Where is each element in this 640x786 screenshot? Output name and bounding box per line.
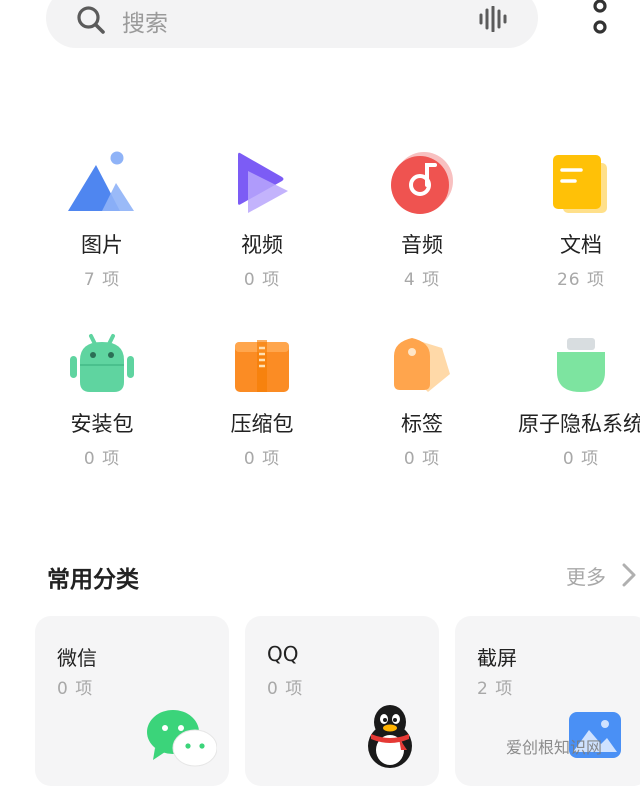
category-name: 微信 xyxy=(57,646,97,670)
grid-item-label: 视频 xyxy=(241,233,283,257)
tag-icon xyxy=(357,322,487,394)
grid-item-videos[interactable]: 视频 0 项 xyxy=(197,143,327,290)
grid-item-count: 0 项 xyxy=(83,449,121,469)
qq-penguin-icon xyxy=(363,704,417,774)
grid-item-label: 文档 xyxy=(560,233,602,257)
grid-item-privacy[interactable]: 原子隐私系统 0 项 xyxy=(516,322,640,469)
category-count: 0 项 xyxy=(57,679,94,699)
category-card-screenshots[interactable]: 截屏 2 项 xyxy=(455,616,640,786)
voice-search-icon[interactable] xyxy=(478,5,508,36)
grid-item-label: 原子隐私系统 xyxy=(518,412,640,436)
category-card-qq[interactable]: QQ 0 项 xyxy=(245,616,439,786)
category-count: 0 项 xyxy=(267,679,304,699)
grid-item-label: 音频 xyxy=(401,233,443,257)
grid-item-tags[interactable]: 标签 0 项 xyxy=(357,322,487,469)
category-name: 截屏 xyxy=(477,646,517,670)
category-card-wechat[interactable]: 微信 0 项 xyxy=(35,616,229,786)
grid-item-images[interactable]: 图片 7 项 xyxy=(37,143,167,290)
grid-item-label: 安装包 xyxy=(70,412,134,436)
more-options-icon[interactable] xyxy=(588,0,612,44)
wechat-icon xyxy=(145,708,218,772)
document-icon xyxy=(516,143,640,215)
privacy-icon xyxy=(516,322,640,394)
grid-item-count: 26 项 xyxy=(556,270,606,290)
image-icon xyxy=(37,143,167,215)
grid-item-apk[interactable]: 安装包 0 项 xyxy=(37,322,167,469)
video-icon xyxy=(197,143,327,215)
grid-item-count: 0 项 xyxy=(562,449,600,469)
grid-item-label: 标签 xyxy=(401,412,443,436)
grid-item-count: 0 项 xyxy=(243,270,281,290)
grid-item-count: 0 项 xyxy=(243,449,281,469)
grid-item-label: 压缩包 xyxy=(230,412,294,436)
more-link[interactable]: 更多 xyxy=(566,561,606,590)
android-icon xyxy=(37,322,167,394)
grid-item-count: 7 项 xyxy=(83,270,121,290)
grid-item-documents[interactable]: 文档 26 项 xyxy=(516,143,640,290)
grid-item-audio[interactable]: 音频 4 项 xyxy=(357,143,487,290)
grid-item-label: 图片 xyxy=(81,233,123,257)
watermark: 爱创根知识网 xyxy=(506,738,603,757)
grid-item-count: 0 项 xyxy=(403,449,441,469)
archive-icon xyxy=(197,322,327,394)
search-input[interactable]: 搜索 xyxy=(122,4,168,38)
category-count: 2 项 xyxy=(477,679,514,699)
section-title: 常用分类 xyxy=(47,567,139,593)
grid-item-count: 4 项 xyxy=(403,270,441,290)
music-icon xyxy=(357,143,487,215)
grid-item-archives[interactable]: 压缩包 0 项 xyxy=(197,322,327,469)
search-icon xyxy=(76,5,106,39)
search-bar[interactable]: 搜索 xyxy=(46,0,538,48)
chevron-right-icon[interactable] xyxy=(621,563,637,591)
category-name: QQ xyxy=(267,642,299,666)
